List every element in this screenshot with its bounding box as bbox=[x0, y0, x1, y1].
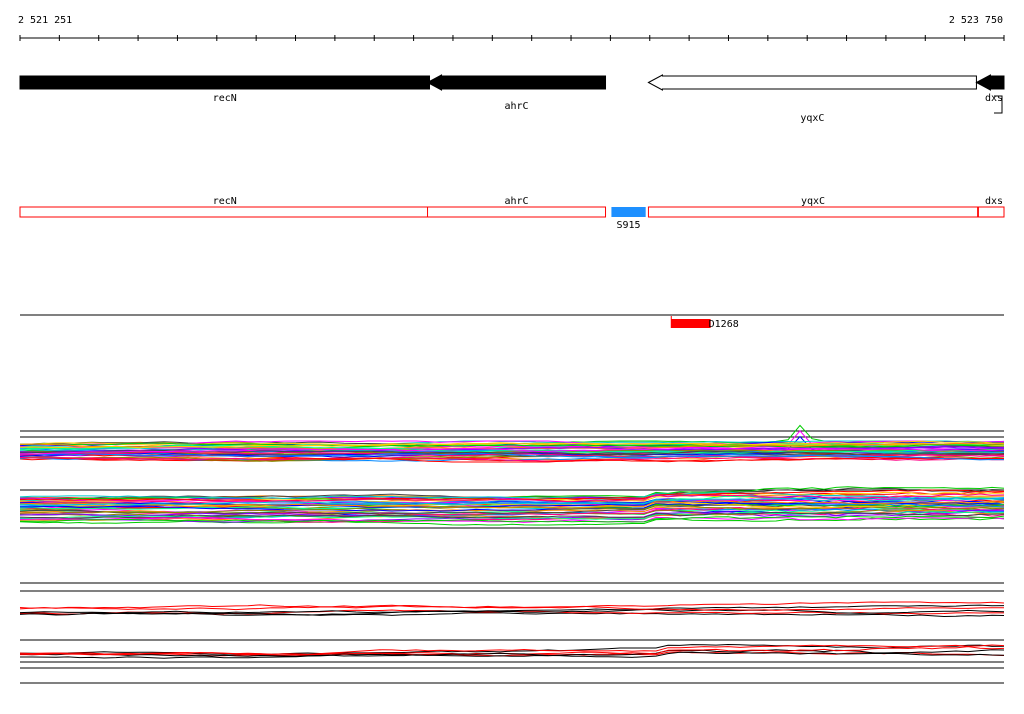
gene-label-yqxC: yqxC bbox=[800, 113, 824, 124]
transcript-box-recN[interactable] bbox=[19, 206, 431, 218]
transcript-label-dxs: dxs bbox=[985, 196, 1003, 207]
genome-viewer: 2 521 251 2 523 750 recN ahrC yqxC dxs recN… bbox=[18, 15, 1005, 684]
feature-track: S915 bbox=[611, 207, 646, 231]
peak-track: D1268 bbox=[20, 314, 1004, 330]
transcript-label-yqxC: yqxC bbox=[801, 196, 825, 207]
gene-label-recN: recN bbox=[213, 93, 237, 104]
transcript-box-dxs[interactable] bbox=[977, 206, 1005, 218]
transcript-track: recN ahrC yqxC dxs bbox=[19, 196, 1005, 218]
gene-arrow-ahrC[interactable] bbox=[426, 74, 607, 91]
peak-label-D1268: D1268 bbox=[709, 319, 739, 330]
expression-profiles bbox=[19, 424, 1005, 684]
transcript-label-ahrC: ahrC bbox=[504, 196, 528, 207]
gene-arrow-yqxC[interactable] bbox=[647, 74, 977, 91]
transcript-box-ahrC[interactable] bbox=[427, 206, 607, 218]
axis-end-label: 2 523 750 bbox=[949, 15, 1003, 26]
coordinate-axis: 2 521 251 2 523 750 bbox=[18, 15, 1005, 41]
peak-D1268[interactable] bbox=[671, 319, 711, 328]
gene-label-dxs: dxs bbox=[985, 93, 1003, 104]
feature-label-S915: S915 bbox=[617, 220, 641, 231]
gene-label-ahrC: ahrC bbox=[504, 101, 528, 112]
transcript-box-yqxC[interactable] bbox=[647, 206, 979, 218]
gene-track: recN ahrC yqxC dxs bbox=[19, 74, 1005, 124]
axis-start-label: 2 521 251 bbox=[18, 15, 72, 26]
gene-arrow-recN[interactable] bbox=[19, 75, 431, 90]
profile-bundle-2 bbox=[19, 486, 1005, 526]
transcript-label-recN: recN bbox=[213, 196, 237, 207]
gene-arrow-dxs[interactable] bbox=[975, 74, 1005, 91]
profile-bundle-4 bbox=[19, 643, 1005, 659]
feature-S915[interactable] bbox=[611, 207, 646, 217]
profile-bundle-3 bbox=[19, 601, 1005, 618]
